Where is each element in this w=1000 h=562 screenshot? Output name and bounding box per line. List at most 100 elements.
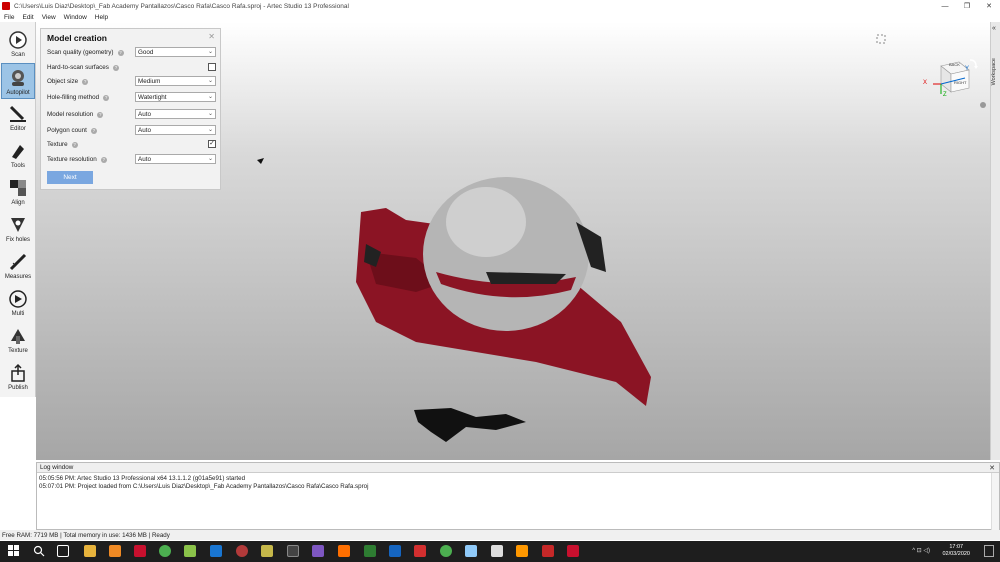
log-close-button[interactable]: ✕	[989, 464, 995, 472]
artec-studio-icon[interactable]	[567, 545, 579, 557]
app-yellow-icon[interactable]	[261, 545, 273, 557]
close-button[interactable]: ✕	[978, 0, 1000, 12]
axis-z-label: Z	[943, 92, 947, 98]
chevron-down-icon: ⌄	[207, 127, 213, 133]
next-button[interactable]: Next	[47, 171, 93, 184]
row-label: Texture resolution	[47, 156, 97, 163]
app-red-icon[interactable]	[134, 545, 146, 557]
rotate-arrow-icon[interactable]	[968, 58, 978, 72]
object-size-select[interactable]: Medium ⌄	[135, 76, 216, 86]
texture-resolution-select[interactable]: Auto ⌄	[135, 154, 216, 164]
app-sphere-icon[interactable]	[236, 545, 248, 557]
row-scan-quality: Scan quality (geometry) ? Good ⌄	[47, 47, 217, 58]
menu-edit[interactable]: Edit	[18, 14, 37, 21]
menu-window[interactable]: Window	[60, 14, 91, 21]
workspace-tab[interactable]: « Workspace	[990, 22, 1000, 460]
tool-autopilot[interactable]: Autopilot	[1, 63, 35, 99]
menu-bar: File Edit View Window Help	[0, 12, 1000, 22]
scan-quality-select[interactable]: Good ⌄	[135, 47, 216, 57]
notification-icon[interactable]	[984, 545, 994, 557]
menu-file[interactable]: File	[0, 14, 18, 21]
clock[interactable]: 17:07 02/03/2020	[942, 544, 970, 558]
panel-close-button[interactable]: ✕	[208, 32, 215, 41]
tool-scan[interactable]: Scan	[1, 26, 35, 62]
app-a-icon[interactable]	[414, 545, 426, 557]
help-icon[interactable]: ?	[112, 64, 119, 71]
row-hole-filling: Hole-filling method ? Watertight ⌄	[47, 92, 217, 103]
maximize-button[interactable]: ❐	[956, 0, 978, 12]
start-button[interactable]	[8, 545, 20, 557]
tool-label: Editor	[10, 126, 26, 132]
polygon-count-select[interactable]: Auto ⌄	[135, 125, 216, 135]
minimize-button[interactable]: —	[934, 0, 956, 12]
help-icon[interactable]: ?	[97, 111, 104, 118]
acrobat-icon[interactable]	[542, 545, 554, 557]
app-bird-icon[interactable]	[491, 545, 503, 557]
help-icon[interactable]: ?	[100, 156, 107, 163]
help-icon[interactable]: ?	[82, 78, 89, 85]
row-label: Object size	[47, 78, 79, 85]
autopilot-icon	[7, 67, 29, 89]
row-object-size: Object size ? Medium ⌄	[47, 76, 217, 87]
row-label: Model resolution	[47, 111, 94, 118]
chevron-down-icon: ⌄	[207, 156, 213, 162]
search-icon[interactable]	[33, 545, 45, 557]
window-title: C:\Users\Luis Diaz\Desktop\_Fab Academy …	[14, 2, 349, 10]
help-icon[interactable]: ?	[117, 49, 124, 56]
reset-view-icon[interactable]	[978, 100, 988, 112]
fit-view-icon[interactable]	[876, 34, 886, 46]
app-lightblue-icon[interactable]	[465, 545, 477, 557]
log-title: Log window	[40, 464, 74, 471]
stray-point	[257, 158, 264, 164]
floor-fragment	[414, 408, 526, 442]
chrome-icon-2[interactable]	[440, 545, 452, 557]
menu-help[interactable]: Help	[91, 14, 112, 21]
align-icon	[7, 177, 29, 199]
tool-measures[interactable]: Measures	[1, 248, 35, 284]
tool-align[interactable]: Align	[1, 174, 35, 210]
helmet-visor	[486, 272, 566, 284]
title-bar: C:\Users\Luis Diaz\Desktop\_Fab Academy …	[0, 0, 1000, 12]
tool-label: Tools	[10, 163, 25, 169]
tool-fix-holes[interactable]: Fix holes	[1, 211, 35, 247]
scan-icon	[7, 29, 29, 51]
help-icon[interactable]: ?	[71, 141, 78, 148]
tool-publish[interactable]: Publish	[1, 359, 35, 395]
app-bars-icon[interactable]	[364, 545, 376, 557]
app-blue-icon[interactable]	[210, 545, 222, 557]
tool-label: Texture	[8, 348, 28, 354]
task-view-icon[interactable]	[57, 545, 69, 557]
model-creation-panel: Model creation ✕ Scan quality (geometry)…	[40, 28, 221, 190]
tool-label: Scan	[11, 52, 25, 58]
help-icon[interactable]: ?	[103, 94, 110, 101]
row-label: Hard-to-scan surfaces	[47, 64, 109, 71]
tool-tools[interactable]: Tools	[1, 137, 35, 173]
terminal-icon[interactable]	[287, 545, 299, 557]
app-purple-icon[interactable]	[312, 545, 324, 557]
app-orange-icon[interactable]	[109, 545, 121, 557]
file-explorer-icon[interactable]	[84, 545, 96, 557]
chrome-icon[interactable]	[159, 545, 171, 557]
menu-view[interactable]: View	[38, 14, 60, 21]
tool-texture[interactable]: Texture	[1, 322, 35, 358]
cube-face-label: BACK	[949, 62, 960, 67]
texture-icon	[7, 325, 29, 347]
row-texture: Texture ? ✓	[47, 139, 217, 150]
help-icon[interactable]: ?	[90, 127, 97, 134]
tool-label: Multi	[11, 311, 25, 317]
app-z-icon[interactable]	[389, 545, 401, 557]
hole-filling-select[interactable]: Watertight ⌄	[135, 92, 216, 102]
collapse-chevron-icon[interactable]: «	[992, 25, 996, 32]
log-scrollbar[interactable]	[991, 473, 999, 530]
tool-multi[interactable]: Multi	[1, 285, 35, 321]
chevron-down-icon: ⌄	[207, 49, 213, 55]
tool-editor[interactable]: Editor	[1, 100, 35, 136]
model-resolution-select[interactable]: Auto ⌄	[135, 109, 216, 119]
hard-to-scan-checkbox[interactable]	[208, 63, 216, 71]
publish-icon	[7, 362, 29, 384]
app-green-icon[interactable]	[184, 545, 196, 557]
app-flame-icon[interactable]	[338, 545, 350, 557]
illustrator-icon[interactable]	[516, 545, 528, 557]
system-tray[interactable]: ^ ⊡ ◁)	[912, 547, 930, 554]
texture-checkbox[interactable]: ✓	[208, 140, 216, 148]
